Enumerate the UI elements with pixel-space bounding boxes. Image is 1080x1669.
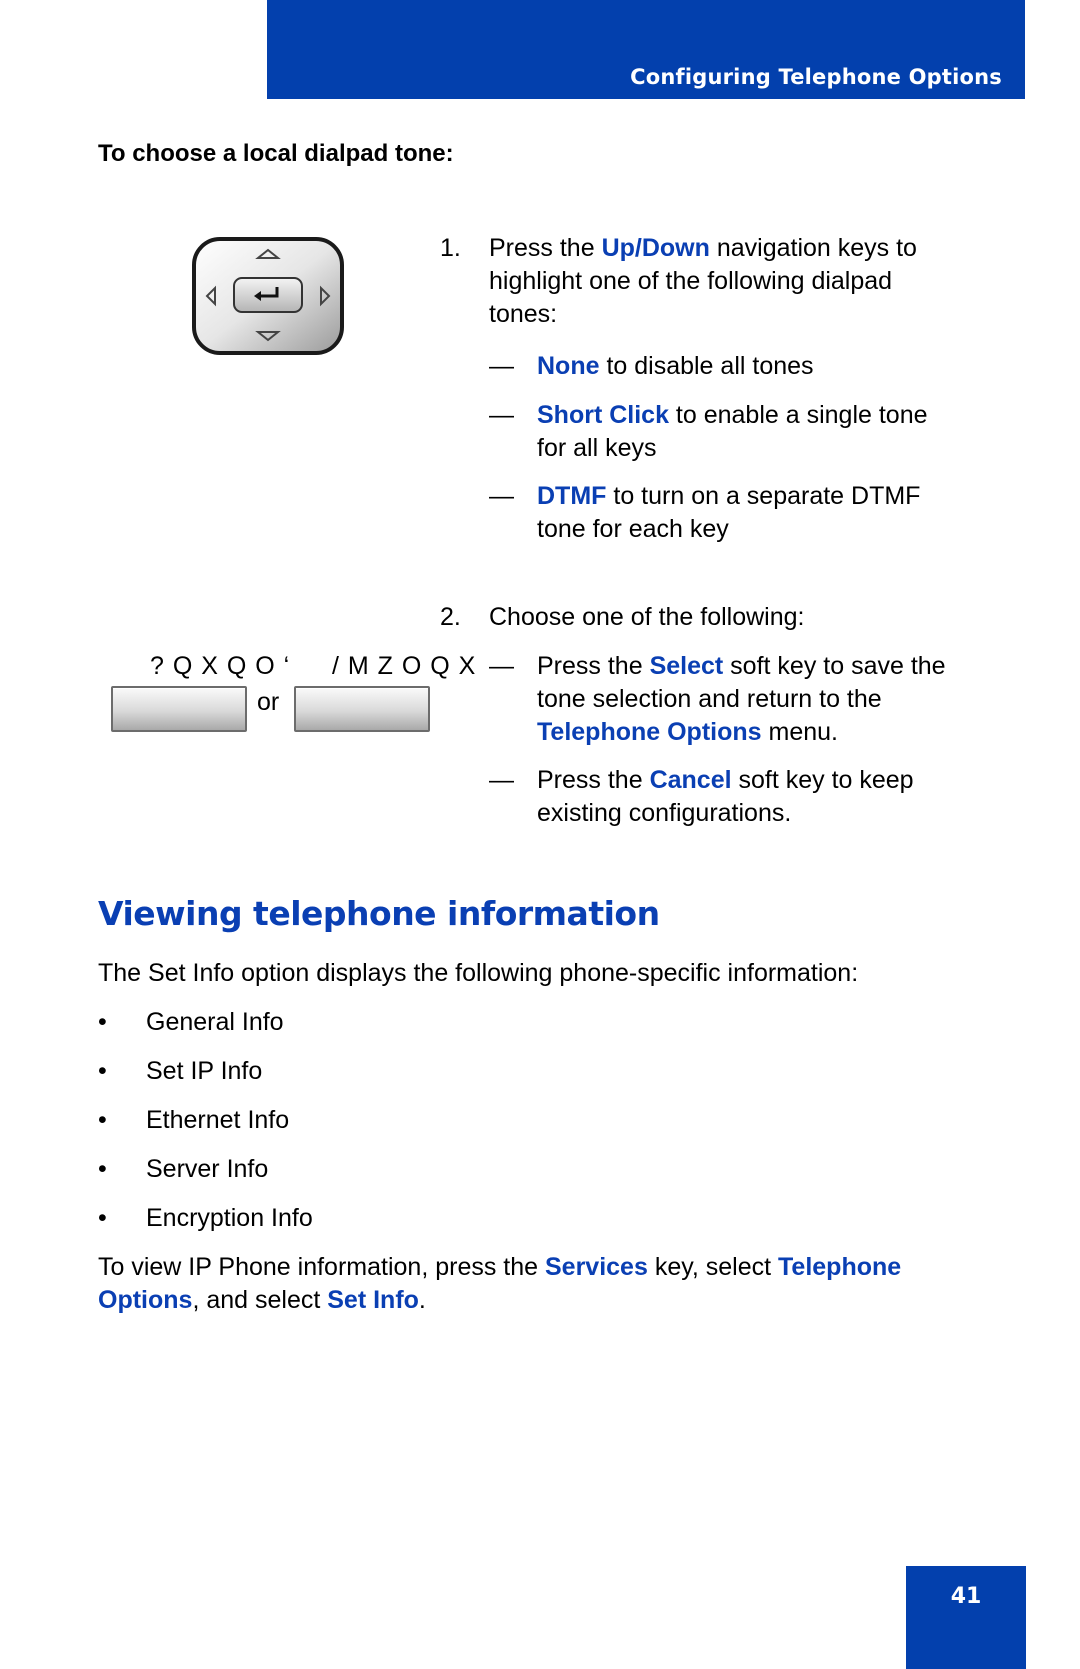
list-item: Set IP Info: [146, 1057, 263, 1085]
bullet-icon: •: [98, 1204, 107, 1232]
navigation-cluster-icon: [191, 236, 345, 356]
step-1-number: 1.: [440, 234, 461, 262]
telephone-label: Telephone: [778, 1253, 902, 1281]
list-item: General Info: [146, 1008, 284, 1036]
section-title: Viewing telephone information: [98, 894, 660, 933]
step-1-line3: tones:: [489, 300, 558, 328]
option-text: Press the: [537, 652, 650, 680]
bullet-icon: •: [98, 1155, 107, 1183]
step-1-text: Press the Up/Down navigation keys to hig…: [489, 232, 1009, 331]
list-item: Ethernet Info: [146, 1106, 290, 1134]
cancel-softkey-label: / M Z O Q X: [332, 652, 477, 680]
none-key-label: None: [537, 352, 600, 380]
option-dash: —: [489, 482, 514, 510]
chapter-title: Configuring Telephone Options: [630, 65, 1002, 89]
option-text: to disable all tones: [599, 352, 814, 380]
options-label: Options: [98, 1286, 193, 1314]
option-text-line2: existing configurations.: [537, 799, 792, 827]
option-dash: —: [489, 766, 514, 794]
telephone-options-label: Telephone Options: [537, 718, 762, 746]
header-banner: Configuring Telephone Options: [267, 0, 1025, 99]
option-dash: —: [489, 352, 514, 380]
cancel-key-label: Cancel: [649, 766, 732, 794]
short-click-key-label: Short Click: [537, 401, 669, 429]
option-text: soft key to save the: [723, 652, 946, 680]
bullet-icon: •: [98, 1057, 107, 1085]
step-1-post: navigation keys to: [709, 234, 917, 262]
page-number-box: 41: [906, 1566, 1026, 1669]
footer-text: , and select: [192, 1286, 328, 1314]
services-key-label: Services: [545, 1253, 648, 1281]
bullet-icon: •: [98, 1008, 107, 1036]
list-item: Server Info: [146, 1155, 269, 1183]
option-text-line2: tone for each key: [537, 515, 729, 543]
option-text: to turn on a separate DTMF: [606, 482, 921, 510]
option-dash: —: [489, 652, 514, 680]
step-2-number: 2.: [440, 603, 461, 631]
set-info-label: Set Info: [327, 1286, 419, 1314]
footer-text: key, select: [647, 1253, 779, 1281]
option-text-line2: tone selection and return to the: [537, 685, 882, 713]
section-footer-text: To view IP Phone information, press the …: [98, 1251, 998, 1317]
procedure-heading: To choose a local dialpad tone:: [98, 140, 454, 167]
option-none: None to disable all tones: [537, 350, 1007, 383]
option-cancel: Press the Cancel soft key to keep existi…: [537, 764, 1017, 830]
step-1-line2: highlight one of the following dialpad: [489, 267, 893, 295]
or-label: or: [257, 688, 280, 716]
cancel-softkey-button[interactable]: [294, 686, 430, 732]
dtmf-key-label: DTMF: [537, 482, 607, 510]
select-softkey-button[interactable]: [111, 686, 247, 732]
option-short-click: Short Click to enable a single tone for …: [537, 399, 1007, 465]
select-softkey-label: ? Q X Q O ‘: [150, 652, 291, 680]
option-dash: —: [489, 401, 514, 429]
option-dtmf: DTMF to turn on a separate DTMF tone for…: [537, 480, 1017, 546]
list-item: Encryption Info: [146, 1204, 313, 1232]
up-down-key-label: Up/Down: [601, 234, 710, 262]
section-intro: The Set Info option displays the followi…: [98, 959, 859, 987]
select-key-label: Select: [649, 652, 724, 680]
step-2-text: Choose one of the following:: [489, 603, 805, 631]
option-text: to enable a single tone: [668, 401, 928, 429]
footer-text: .: [418, 1286, 426, 1314]
option-text: Press the: [537, 766, 650, 794]
bullet-icon: •: [98, 1106, 107, 1134]
option-select: Press the Select soft key to save the to…: [537, 650, 1017, 749]
option-text: soft key to keep: [731, 766, 914, 794]
page-number: 41: [950, 1584, 982, 1609]
option-text-line2: for all keys: [537, 434, 657, 462]
option-text: menu.: [761, 718, 838, 746]
footer-text: To view IP Phone information, press the: [98, 1253, 545, 1281]
step-1-pre: Press the: [489, 234, 602, 262]
